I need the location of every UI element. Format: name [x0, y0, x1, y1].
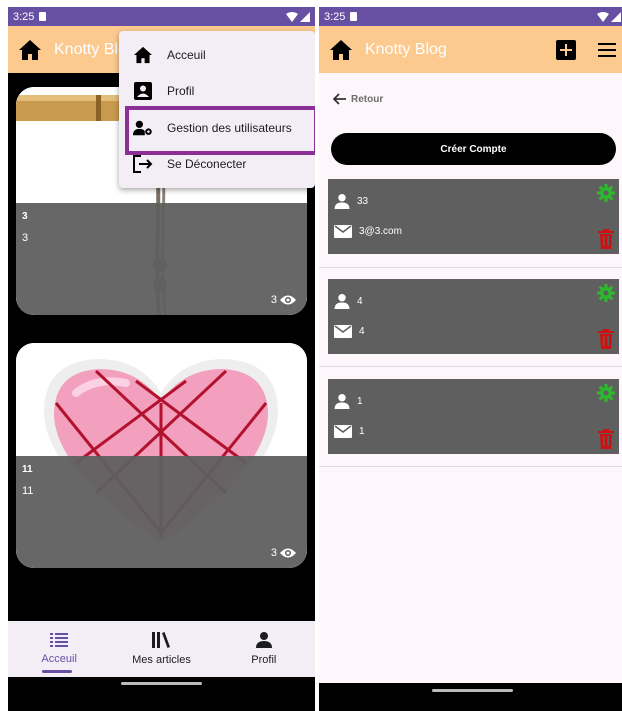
user-name: 4 — [357, 296, 363, 307]
post-subtitle: 3 — [22, 232, 29, 244]
gear-icon[interactable] — [597, 284, 615, 302]
nav-label: Acceuil — [41, 653, 77, 665]
status-time: 3:25 — [13, 10, 35, 23]
logout-icon — [133, 154, 153, 174]
highlight-box — [125, 106, 315, 155]
post-title: 11 — [22, 464, 33, 475]
menu-item-profil[interactable]: Profil — [119, 74, 315, 108]
gear-icon[interactable] — [597, 384, 615, 402]
feed-screen: 3:25 Knotty Blog 3 3 3 11 11 3 Acceuil P… — [8, 7, 315, 711]
nav-label: Mes articles — [132, 654, 191, 666]
eye-icon — [280, 548, 296, 558]
status-icons — [286, 11, 310, 22]
post-views: 3 — [271, 294, 297, 306]
user-card: 4 4 — [328, 279, 619, 354]
arrow-back-icon — [333, 93, 346, 105]
post-overlay: 11 11 3 — [16, 456, 307, 568]
gesture-handle[interactable] — [432, 689, 513, 692]
post-overlay: 3 3 3 — [16, 203, 307, 315]
post-views: 3 — [271, 547, 297, 559]
person-icon — [255, 632, 272, 648]
menu-icon[interactable] — [598, 42, 616, 57]
nav-label: Profil — [251, 654, 277, 666]
nav-item-profil[interactable]: Profil — [213, 621, 315, 677]
divider — [319, 466, 622, 467]
post-subtitle: 11 — [22, 485, 34, 497]
trash-icon[interactable] — [598, 429, 614, 449]
eye-icon — [280, 295, 296, 305]
nav-item-mes-articles[interactable]: Mes articles — [110, 621, 212, 677]
app-title: Knotty Blog — [365, 40, 447, 58]
user-card: 33 3@3.com — [328, 179, 619, 254]
user-email: 3@3.com — [359, 226, 402, 237]
signal-icon — [611, 11, 621, 22]
user-email: 4 — [359, 326, 365, 337]
views-count: 3 — [270, 294, 277, 306]
user-email-row: 3@3.com — [334, 225, 402, 238]
app-bar: Knotty Blog — [319, 26, 622, 73]
user-name-row: 1 — [334, 394, 363, 409]
profile-icon — [133, 81, 153, 101]
person-icon — [334, 294, 350, 309]
person-icon — [334, 194, 350, 209]
status-icons — [597, 11, 621, 22]
status-bar: 3:25 — [319, 7, 622, 26]
home-icon — [133, 45, 153, 65]
user-name: 33 — [357, 196, 369, 207]
user-name-row: 4 — [334, 294, 363, 309]
menu-item-label: Se Déconecter — [167, 157, 247, 171]
divider — [319, 267, 622, 268]
trash-icon[interactable] — [598, 229, 614, 249]
user-email-row: 1 — [334, 425, 365, 438]
wifi-icon — [286, 11, 298, 22]
menu-item-label: Acceuil — [167, 48, 206, 62]
gesture-handle[interactable] — [121, 682, 202, 685]
sim-icon — [39, 12, 47, 21]
gesture-area — [319, 683, 622, 711]
gesture-area — [8, 677, 315, 711]
mail-icon — [334, 425, 352, 438]
user-management-screen: 3:25 Knotty Blog Retour Créer Compte 33 … — [319, 7, 622, 711]
library-icon — [152, 632, 171, 648]
post-card[interactable]: 11 11 3 — [16, 343, 307, 568]
post-title: 3 — [22, 211, 28, 222]
status-time: 3:25 — [324, 10, 346, 23]
status-bar: 3:25 — [8, 7, 315, 26]
create-account-button[interactable]: Créer Compte — [331, 133, 616, 165]
mail-icon — [334, 225, 352, 238]
divider — [319, 366, 622, 367]
signal-icon — [300, 11, 310, 22]
user-name-row: 33 — [334, 194, 368, 209]
add-icon[interactable] — [556, 39, 576, 60]
back-label: Retour — [351, 93, 384, 105]
bottom-navigation: Acceuil Mes articles Profil — [8, 621, 315, 677]
user-card: 1 1 — [328, 379, 619, 454]
active-indicator — [42, 670, 72, 673]
person-icon — [334, 394, 350, 409]
home-icon[interactable] — [18, 39, 42, 61]
views-count: 3 — [270, 547, 277, 559]
wifi-icon — [597, 11, 609, 22]
mail-icon — [334, 325, 352, 338]
back-link[interactable]: Retour — [333, 93, 383, 105]
home-icon[interactable] — [329, 39, 353, 61]
user-email-row: 4 — [334, 325, 365, 338]
user-email: 1 — [359, 426, 365, 437]
menu-item-label: Profil — [167, 84, 195, 98]
sim-icon — [350, 12, 358, 21]
user-name: 1 — [357, 396, 363, 407]
trash-icon[interactable] — [598, 329, 614, 349]
nav-item-acceuil[interactable]: Acceuil — [8, 621, 110, 677]
list-icon — [50, 633, 69, 647]
gear-icon[interactable] — [597, 184, 615, 202]
menu-item-acceuil[interactable]: Acceuil — [119, 38, 315, 72]
